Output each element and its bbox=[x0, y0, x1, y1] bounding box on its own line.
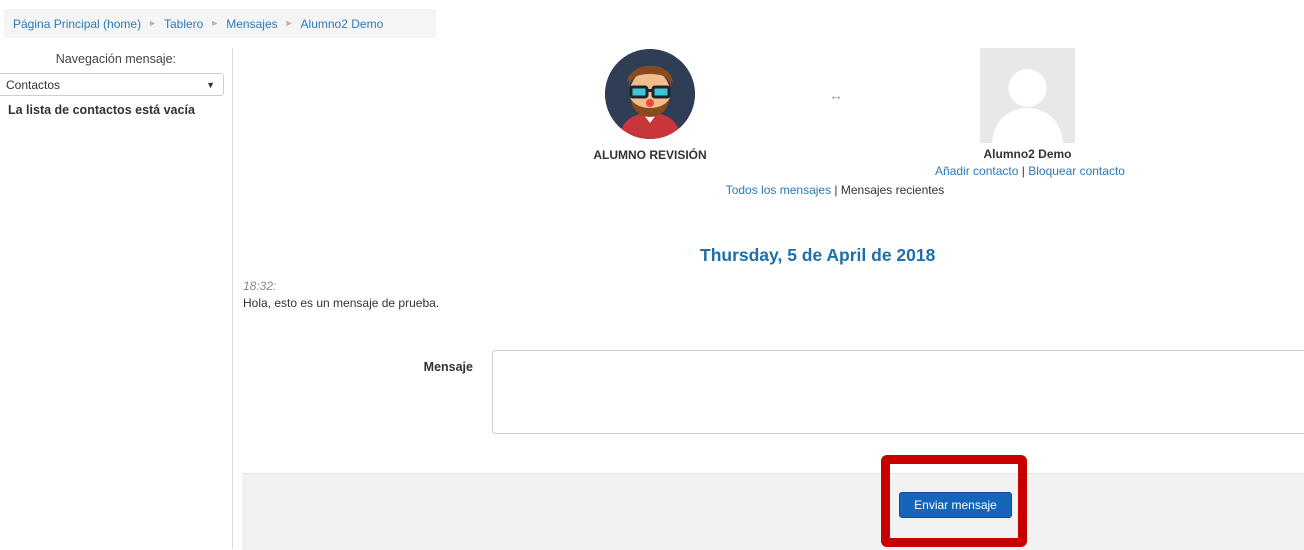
other-user-avatar[interactable] bbox=[980, 48, 1075, 143]
navigation-select[interactable]: Contactos ▼ bbox=[0, 73, 224, 96]
breadcrumb-home[interactable]: Página Principal (home) bbox=[13, 17, 141, 31]
navigation-label: Navegación mensaje: bbox=[55, 52, 176, 66]
other-user-name: Alumno2 Demo bbox=[983, 147, 1072, 161]
dropdown-arrow-icon: ▼ bbox=[206, 79, 215, 90]
message-time: 18:32: bbox=[243, 279, 277, 293]
current-user-card: ALUMNO REVISIÓN bbox=[560, 49, 740, 162]
contacts-empty-message: La lista de contactos está vacía bbox=[8, 103, 195, 117]
other-user-card: Alumno2 Demo bbox=[930, 48, 1125, 161]
swap-arrows-icon: ↔ bbox=[829, 87, 843, 103]
breadcrumb-messages[interactable]: Mensajes bbox=[226, 17, 277, 31]
action-separator: | bbox=[1018, 164, 1029, 178]
contact-actions: Añadir contacto | Bloquear contacto bbox=[900, 164, 1160, 178]
navigation-select-value: Contactos bbox=[6, 77, 61, 92]
breadcrumb-separator-icon: ► bbox=[210, 17, 220, 28]
form-footer bbox=[242, 473, 1304, 550]
send-message-button[interactable]: Enviar mensaje bbox=[899, 492, 1012, 518]
current-user-name: ALUMNO REVISIÓN bbox=[593, 148, 707, 162]
block-contact-link[interactable]: Bloquear contacto bbox=[1028, 164, 1125, 178]
message-filter-links: Todos los mensajes | Mensajes recientes bbox=[620, 183, 1050, 197]
breadcrumb-separator-icon: ► bbox=[148, 17, 157, 28]
message-day-heading: Thursday, 5 de April de 2018 bbox=[700, 245, 936, 265]
message-text: Hola, esto es un mensaje de prueba. bbox=[243, 296, 440, 310]
filter-separator: | bbox=[831, 183, 841, 197]
breadcrumb: Página Principal (home) ► Tablero ► Mens… bbox=[4, 9, 436, 38]
recent-messages-label: Mensajes recientes bbox=[840, 183, 945, 197]
breadcrumb-separator-icon: ► bbox=[284, 17, 294, 28]
message-navigation-sidebar: Navegación mensaje: Contactos ▼ La lista… bbox=[0, 48, 233, 549]
message-textarea[interactable] bbox=[492, 350, 1304, 434]
message-field-label: Mensaje bbox=[423, 360, 473, 374]
breadcrumb-dashboard[interactable]: Tablero bbox=[164, 17, 203, 31]
all-messages-link[interactable]: Todos los mensajes bbox=[726, 183, 831, 197]
breadcrumb-current-user[interactable]: Alumno2 Demo bbox=[301, 17, 384, 31]
add-contact-link[interactable]: Añadir contacto bbox=[935, 164, 1018, 178]
current-user-avatar[interactable] bbox=[605, 49, 695, 139]
